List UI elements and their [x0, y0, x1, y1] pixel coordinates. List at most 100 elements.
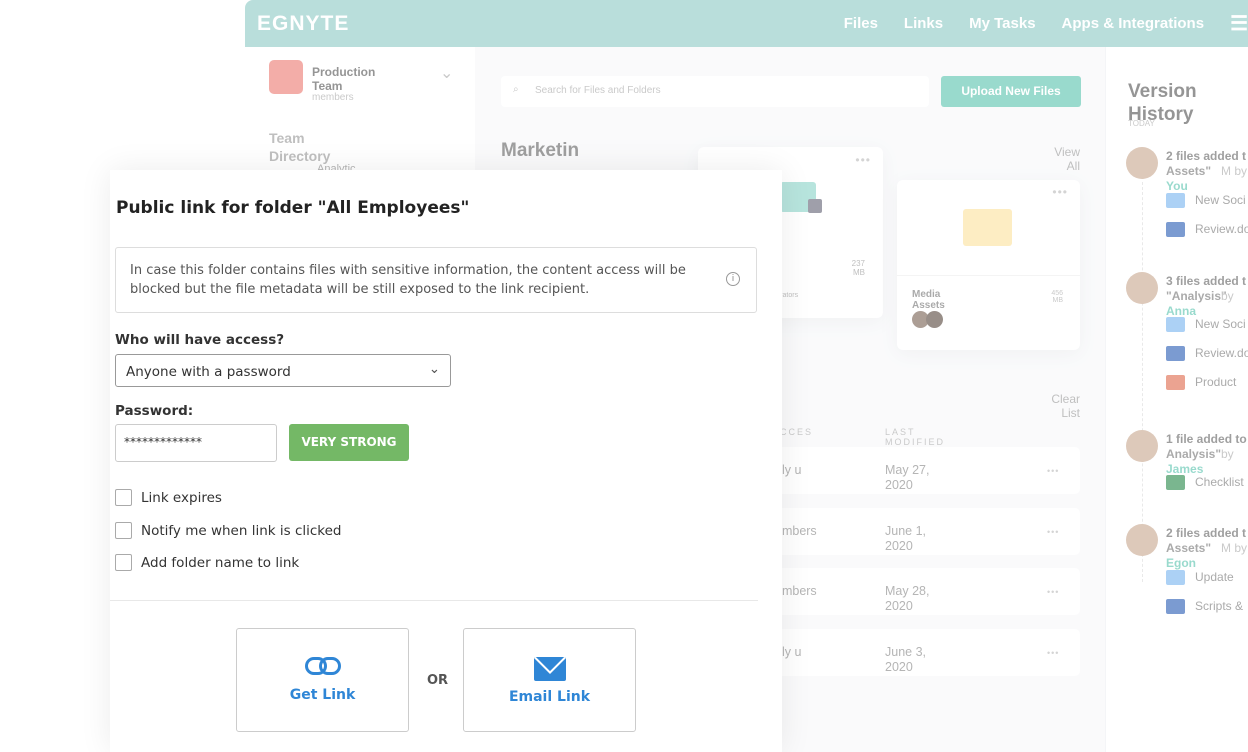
- access-label: Who will have access?: [115, 332, 285, 348]
- event-folder: Assets": [1166, 541, 1212, 555]
- team-name[interactable]: Production Team: [312, 65, 392, 93]
- event-user[interactable]: Egon: [1166, 556, 1196, 570]
- file-icon: [1166, 599, 1185, 614]
- file-name[interactable]: Checklist: [1195, 475, 1244, 489]
- file-icon: [1166, 570, 1185, 585]
- link-icon: [304, 657, 341, 675]
- nav-my-tasks[interactable]: My Tasks: [969, 15, 1035, 32]
- event-time: M by: [1221, 164, 1248, 178]
- info-text: In case this folder contains files with …: [130, 263, 686, 297]
- link-expires-checkbox[interactable]: Link expires: [115, 489, 222, 506]
- notify-checkbox[interactable]: Notify me when link is clicked: [115, 522, 342, 539]
- file-name[interactable]: Update: [1195, 570, 1234, 584]
- event-user[interactable]: Anna: [1166, 304, 1196, 318]
- folder-name: Media Assets: [912, 289, 945, 311]
- table-row[interactable]: nly u June 3, 2020 •••: [770, 628, 1080, 676]
- folder-size: 237 MB: [851, 259, 865, 277]
- event-title: 1 file added to: [1166, 432, 1247, 446]
- info-box: In case this folder contains files with …: [115, 247, 757, 313]
- nav-files[interactable]: Files: [844, 15, 878, 32]
- avatar: [1126, 147, 1158, 179]
- top-header: EGNYTE Files Links My Tasks Apps & Integ…: [245, 0, 1248, 47]
- event-title: 3 files added t: [1166, 274, 1247, 288]
- file-name[interactable]: New Soci: [1195, 193, 1246, 207]
- event-folder: Assets": [1166, 164, 1212, 178]
- folder-card-media[interactable]: ••• Media Assets 456 MB: [897, 180, 1080, 350]
- file-icon: [1166, 222, 1185, 237]
- table-row[interactable]: nly u May 27, 2020 •••: [770, 447, 1080, 494]
- file-name[interactable]: Review.do: [1195, 346, 1248, 360]
- strength-badge: VERY STRONG: [289, 424, 409, 461]
- version-history-panel: Version History TODAY 2 files added t As…: [1105, 47, 1248, 752]
- more-icon[interactable]: •••: [1047, 527, 1059, 537]
- search-input[interactable]: ⌕ Search for Files and Folders: [501, 76, 929, 107]
- add-folder-name-checkbox[interactable]: Add folder name to link: [115, 554, 299, 571]
- more-icon[interactable]: •••: [1047, 466, 1059, 476]
- history-event: 3 files added t "Analysis" by Anna New S…: [1126, 272, 1248, 392]
- file-icon: [1166, 475, 1185, 490]
- team-avatar: [269, 60, 303, 94]
- view-all-link[interactable]: View All: [1040, 145, 1080, 173]
- file-icon: [1166, 346, 1185, 361]
- event-folder: Analysis": [1166, 447, 1222, 461]
- more-icon[interactable]: •••: [1047, 648, 1059, 658]
- checkbox-label: Notify me when link is clicked: [141, 522, 342, 539]
- row-date: May 27, 2020: [885, 463, 930, 492]
- file-name[interactable]: Product: [1195, 375, 1236, 389]
- public-link-dialog: Public link for folder "All Employees" I…: [110, 170, 782, 752]
- clear-list-link[interactable]: Clear List: [1040, 392, 1080, 420]
- more-icon[interactable]: •••: [1047, 587, 1059, 597]
- avatar: [926, 311, 943, 328]
- password-input[interactable]: *************: [115, 424, 277, 462]
- get-link-button[interactable]: Get Link: [236, 628, 409, 732]
- access-select[interactable]: Anyone with a password ⌄: [115, 354, 451, 387]
- checkbox-icon[interactable]: [115, 554, 132, 571]
- lock-icon: [808, 199, 822, 213]
- avatar: [1126, 430, 1158, 462]
- envelope-icon: [533, 657, 566, 681]
- column-access: CCES: [780, 427, 814, 437]
- nav-links[interactable]: Links: [904, 15, 943, 32]
- folder-icon: [963, 209, 1012, 246]
- event-time: by: [1221, 289, 1234, 303]
- checkbox-icon[interactable]: [115, 522, 132, 539]
- section-title: Team Directory: [269, 130, 331, 164]
- file-icon: [1166, 193, 1185, 208]
- main-nav: Files Links My Tasks Apps & Integrations…: [844, 11, 1248, 36]
- dialog-title: Public link for folder "All Employees": [116, 198, 470, 218]
- avatar: [1126, 272, 1158, 304]
- file-name[interactable]: Scripts &: [1195, 599, 1243, 613]
- email-link-label: Email Link: [508, 689, 591, 705]
- today-label: TODAY: [1128, 119, 1155, 128]
- row-date: May 28, 2020: [885, 584, 930, 613]
- file-name[interactable]: Review.do: [1195, 222, 1248, 236]
- checkbox-icon[interactable]: [115, 489, 132, 506]
- hamburger-menu-icon[interactable]: ☰: [1230, 11, 1248, 36]
- divider: [110, 600, 758, 601]
- file-icon: [1166, 317, 1185, 332]
- or-label: OR: [427, 673, 449, 688]
- divider: [897, 275, 1080, 276]
- email-link-button[interactable]: Email Link: [463, 628, 636, 732]
- event-user[interactable]: James: [1166, 462, 1203, 476]
- checkbox-label: Link expires: [141, 489, 222, 506]
- folder-size: 456 MB: [1051, 290, 1063, 304]
- get-link-label: Get Link: [289, 687, 356, 703]
- file-name[interactable]: New Soci: [1195, 317, 1246, 331]
- info-icon[interactable]: i: [726, 272, 740, 286]
- search-icon: ⌕: [513, 84, 519, 95]
- event-time: by: [1221, 447, 1234, 461]
- more-icon[interactable]: •••: [1052, 185, 1068, 199]
- page-title: Marketin: [501, 140, 580, 161]
- chevron-down-icon: ⌄: [428, 361, 440, 377]
- history-event: 2 files added t Assets" M by You New Soc…: [1126, 147, 1248, 267]
- nav-apps[interactable]: Apps & Integrations: [1062, 15, 1205, 32]
- chevron-down-icon[interactable]: ⌄: [440, 63, 453, 83]
- more-icon[interactable]: •••: [855, 153, 871, 167]
- row-date: June 1, 2020: [885, 523, 927, 553]
- table-row[interactable]: embers June 1, 2020 •••: [770, 507, 1080, 555]
- table-row[interactable]: embers May 28, 2020 •••: [770, 568, 1080, 615]
- event-user[interactable]: You: [1166, 179, 1188, 193]
- checkbox-label: Add folder name to link: [141, 554, 300, 571]
- upload-button[interactable]: Upload New Files: [941, 76, 1081, 107]
